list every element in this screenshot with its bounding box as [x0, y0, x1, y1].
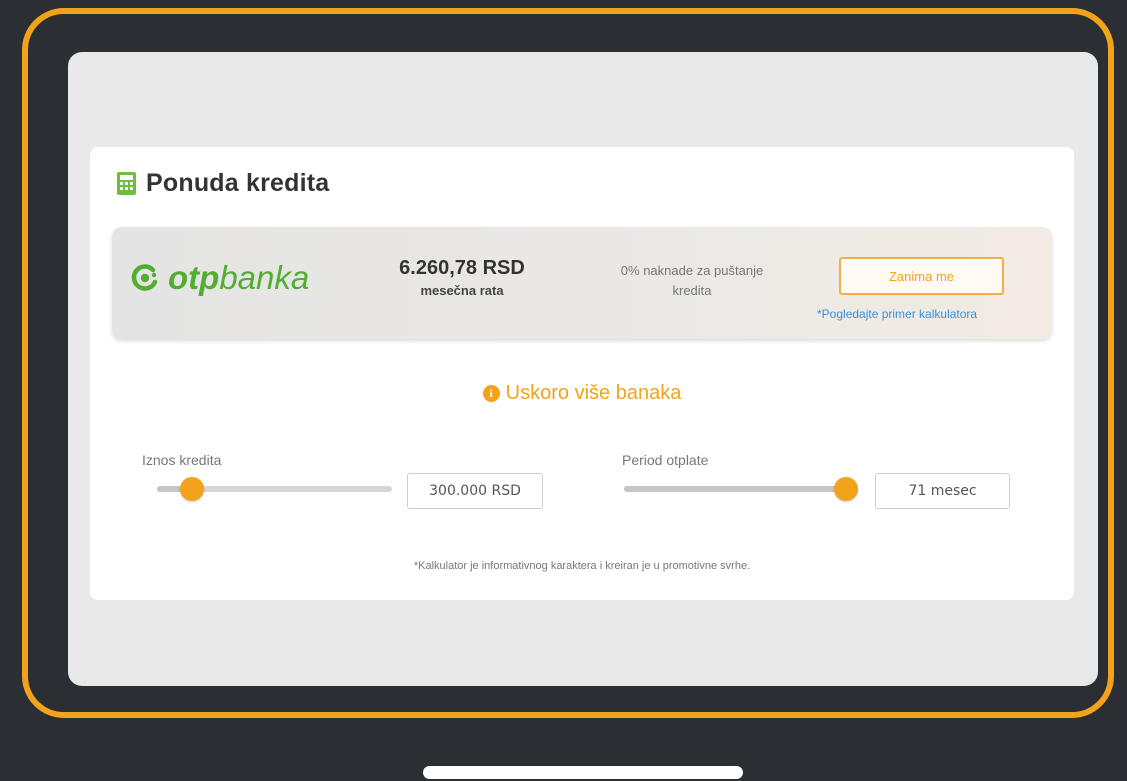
loan-amount-slider-thumb[interactable] [180, 477, 205, 501]
tablet-screen: Ponuda kredita otp banka 6.260,78 RSD mes… [68, 52, 1098, 686]
loan-offer-card: Ponuda kredita otp banka 6.260,78 RSD mes… [90, 147, 1074, 600]
page-title: Ponuda kredita [146, 169, 330, 197]
monthly-amount: 6.260,78 RSD [399, 257, 525, 279]
fee-line-2: kredita [672, 283, 712, 298]
repayment-period-slider-fill [624, 486, 846, 492]
repayment-period-value[interactable]: 71 mesec [875, 473, 1010, 509]
monthly-label: mesečna rata [420, 283, 504, 298]
logo-text-banka: banka [219, 259, 310, 296]
interested-button[interactable]: Zanima me [839, 257, 1004, 295]
logo-text-otp: otp [168, 259, 220, 296]
home-indicator [423, 766, 743, 779]
calculator-example-link[interactable]: *Pogledajte primer kalkulatora [817, 307, 977, 321]
bank-offer-row: otp banka 6.260,78 RSD mesečna rata 0% na… [112, 227, 1052, 339]
monthly-rate: 6.260,78 RSD mesečna rata [377, 257, 547, 298]
loan-amount-label: Iznos kredita [142, 452, 222, 468]
repayment-period-slider-thumb[interactable] [834, 477, 858, 501]
info-icon: i [482, 385, 500, 402]
otp-banka-logo: otp banka [130, 259, 309, 297]
more-banks-text: Uskoro više banaka [505, 382, 682, 404]
loan-amount-value[interactable]: 300.000 RSD [407, 473, 543, 509]
loan-amount-slider[interactable] [157, 477, 392, 501]
disclaimer-text: *Kalkulator je informativnog karaktera i… [413, 560, 751, 572]
more-banks-notice: i Uskoro više banaka [90, 382, 1074, 405]
otp-logo-icon [131, 264, 158, 291]
calculator-icon [117, 172, 136, 195]
card-header: Ponuda kredita [117, 169, 329, 198]
repayment-period-label: Period otplate [622, 452, 709, 468]
fee-text: 0% naknade za puštanje kredita [592, 261, 792, 301]
fee-line-1: 0% naknade za puštanje [620, 263, 764, 278]
repayment-period-slider[interactable] [624, 477, 858, 501]
